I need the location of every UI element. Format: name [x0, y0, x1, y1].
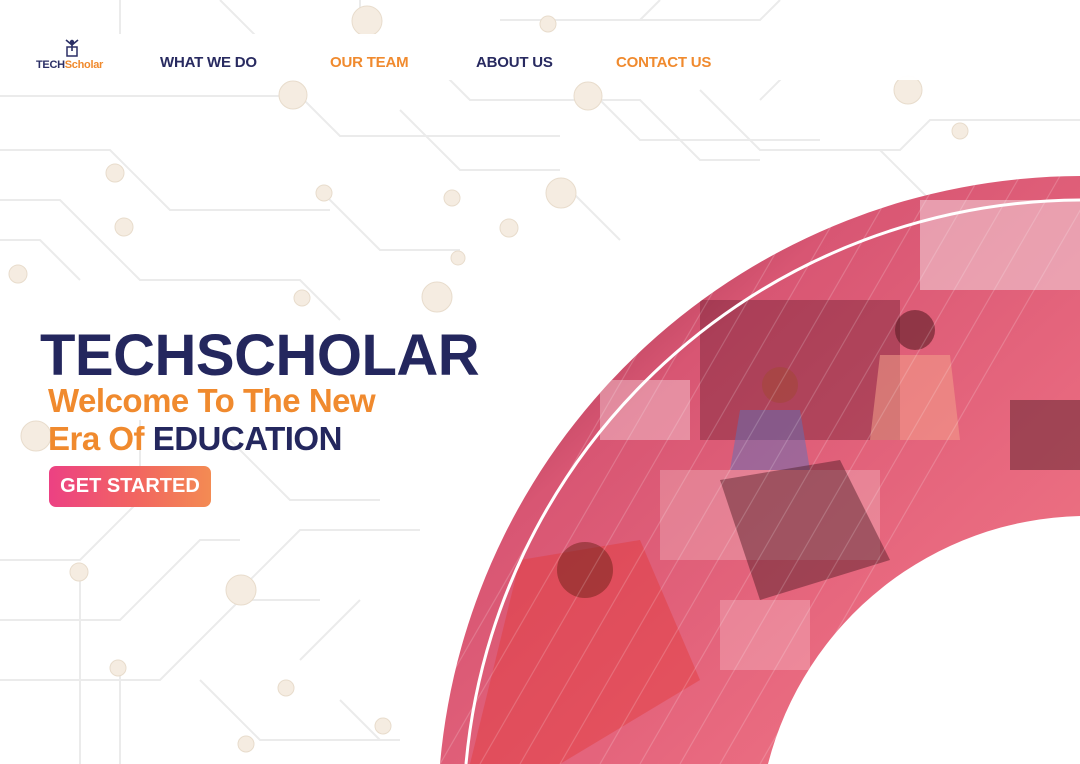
- brand-logo[interactable]: TECHScholar: [36, 38, 110, 76]
- nav-link-about-us[interactable]: ABOUT US: [476, 54, 553, 71]
- hero-subtitle-line-2: Era Of EDUCATION: [48, 420, 468, 458]
- nav-link-what-we-do[interactable]: WHAT WE DO: [160, 54, 257, 71]
- logo-text-scholar: Scholar: [64, 59, 104, 71]
- nav-link-contact-us[interactable]: CONTACT US: [616, 54, 711, 71]
- hero-subtitle: Welcome To The New Era Of EDUCATION: [48, 382, 468, 458]
- graduate-figure-icon: [65, 39, 79, 57]
- hero-subtitle-line-1: Welcome To The New: [48, 382, 376, 419]
- hero-subtitle-prefix: Era Of: [48, 420, 153, 457]
- logo-text-tech: TECH: [36, 59, 65, 71]
- get-started-button[interactable]: GET STARTED: [49, 466, 211, 507]
- hero-title: TECHSCHOLAR: [40, 323, 480, 388]
- brand-logo-text: TECHScholar: [36, 59, 103, 71]
- nav-link-our-team[interactable]: OUR TEAM: [330, 54, 409, 71]
- hero-subtitle-accent: EDUCATION: [152, 420, 343, 457]
- top-navbar: TECHScholar WHAT WE DO OUR TEAM ABOUT US…: [0, 34, 1080, 80]
